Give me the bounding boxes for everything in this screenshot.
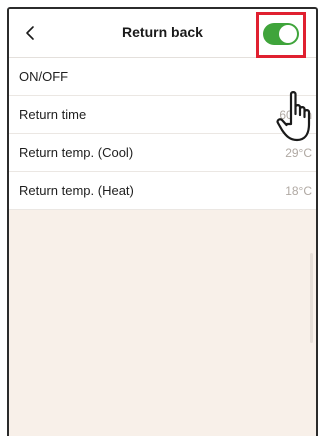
return-temp-cool-row[interactable]: Return temp. (Cool) 29°C [9, 134, 316, 172]
scrollbar[interactable] [310, 253, 313, 343]
on-off-label: ON/OFF [19, 69, 69, 84]
toggle-highlight-box [256, 12, 306, 58]
return-temp-heat-label: Return temp. (Heat) [19, 183, 134, 198]
on-off-row: ON/OFF [9, 58, 316, 96]
return-temp-cool-label: Return temp. (Cool) [19, 145, 134, 160]
return-temp-heat-row[interactable]: Return temp. (Heat) 18°C [9, 172, 316, 210]
phone-screen: Return back ON/OFF Return time 60min Ret… [7, 7, 318, 436]
return-temp-heat-value: 18°C [285, 183, 312, 198]
settings-list: ON/OFF Return time 60min Return temp. (C… [9, 58, 316, 210]
return-temp-cool-value: 29°C [285, 145, 312, 160]
return-time-value: 60min [279, 107, 312, 122]
return-time-row[interactable]: Return time 60min [9, 96, 316, 134]
toggle-knob [279, 25, 297, 43]
return-time-label: Return time [19, 107, 87, 122]
on-off-toggle[interactable] [263, 23, 299, 45]
